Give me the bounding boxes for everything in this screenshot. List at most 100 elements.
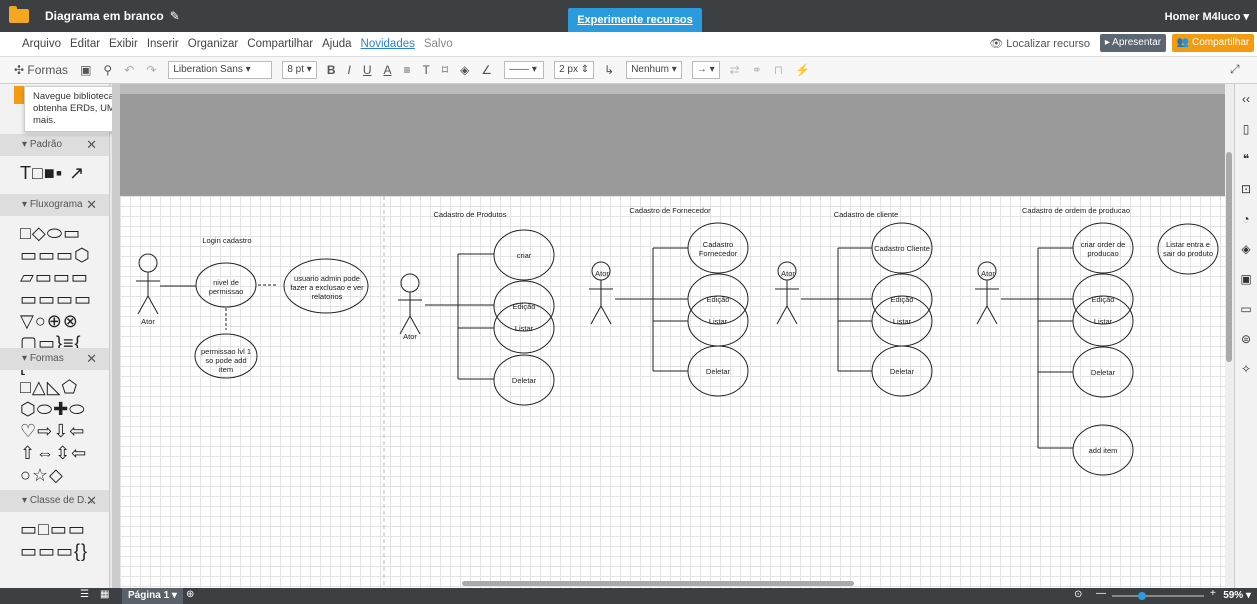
- document-title[interactable]: Diagrama em branco: [45, 9, 164, 23]
- usecase-listar-entra-sair[interactable]: Listar entra e sair do produto: [1160, 240, 1216, 258]
- italic-button[interactable]: I: [348, 63, 351, 77]
- font-family-select[interactable]: Liberation Sans ▾: [168, 61, 273, 79]
- align-icon[interactable]: ≡: [404, 63, 411, 77]
- grid-view-icon[interactable]: ▦: [100, 589, 109, 600]
- page-tab[interactable]: Página 1 ▾: [122, 588, 183, 604]
- menu-inserir[interactable]: Inserir: [147, 38, 179, 50]
- panel-classe[interactable]: ▾ Classe de D... ✕: [0, 490, 109, 512]
- presentation-icon[interactable]: ⊡: [1235, 174, 1257, 204]
- text-color-icon[interactable]: A: [384, 63, 392, 77]
- magic-icon[interactable]: ✧: [1235, 354, 1257, 384]
- menu-arquivo[interactable]: Arquivo: [22, 38, 61, 50]
- lock-icon[interactable]: ⊓: [774, 63, 783, 77]
- usecase-criar-ordem[interactable]: criar order de producao: [1075, 240, 1131, 258]
- horizontal-scroll-thumb[interactable]: [462, 581, 854, 586]
- shape-border-icon[interactable]: ⌑: [442, 63, 448, 77]
- usecase-cadastro-fornecedor[interactable]: Cadastro Fornecedor: [690, 240, 746, 258]
- page-icon[interactable]: ▯: [1235, 114, 1257, 144]
- menu-ajuda[interactable]: Ajuda: [322, 38, 351, 50]
- close-icon[interactable]: ✕: [86, 134, 97, 156]
- user-menu[interactable]: Homer M4luco ▾: [1165, 10, 1249, 23]
- zoom-slider-handle[interactable]: [1138, 592, 1146, 600]
- magic-wand-icon[interactable]: ⚡: [795, 63, 810, 77]
- usecase-listar[interactable]: Listar: [1075, 317, 1131, 326]
- folder-icon[interactable]: [9, 6, 29, 23]
- list-view-icon[interactable]: ☰: [80, 589, 89, 600]
- data-icon[interactable]: ▣: [1235, 264, 1257, 294]
- connector-icon[interactable]: ↳: [604, 63, 614, 77]
- panel-fluxograma[interactable]: ▾ Fluxograma ✕: [0, 194, 109, 216]
- usecase-listar[interactable]: Listar: [496, 324, 552, 333]
- font-size-select[interactable]: 8 pt ▾: [282, 61, 317, 79]
- try-paid-features-button[interactable]: Experimente recursos pagos: [568, 8, 702, 50]
- usecase-listar[interactable]: Listar: [874, 317, 930, 326]
- usecase-cadastro-cliente[interactable]: Cadastro Cliente: [874, 244, 930, 253]
- locate-feature[interactable]: 👁 Localizar recurso: [989, 37, 1090, 50]
- comment-icon[interactable]: ▭: [1235, 294, 1257, 324]
- swap-icon[interactable]: ⇄: [730, 63, 740, 77]
- usecase-deletar[interactable]: Deletar: [874, 367, 930, 376]
- zoom-slider[interactable]: [1112, 595, 1204, 597]
- line-style-select[interactable]: —— ▾: [504, 61, 545, 79]
- panel-padrao[interactable]: ▾ Padrão ✕: [0, 134, 109, 156]
- underline-button[interactable]: U: [363, 63, 372, 77]
- fill-bucket-icon[interactable]: ◈: [460, 63, 469, 77]
- menu-exibir[interactable]: Exibir: [109, 38, 138, 50]
- close-icon[interactable]: ✕: [86, 194, 97, 216]
- arrow-end-select[interactable]: → ▾: [691, 61, 720, 79]
- line-width-value: 2 px: [559, 64, 578, 75]
- usecase-lvl1[interactable]: permissao lvl 1 so pode add item: [198, 347, 254, 374]
- zoom-out-icon[interactable]: —: [1096, 588, 1106, 599]
- undo-icon[interactable]: ↶: [124, 63, 134, 77]
- line-color-icon[interactable]: ∠: [481, 63, 492, 77]
- share-button[interactable]: 👥 Compartilhar: [1172, 34, 1254, 52]
- text-options-icon[interactable]: T: [423, 63, 430, 77]
- panel-formas-shapes[interactable]: □△◺⬠ ⬡⬭✚⬭ ♡⇨⇩⇦ ⇧⇔⇳⇦ ○☆◇: [0, 370, 109, 486]
- history-icon[interactable]: ◔: [1235, 204, 1257, 234]
- fullscreen-icon[interactable]: ⤢: [1230, 62, 1240, 77]
- panel-classe-shapes[interactable]: ▭□▭▭ ▭▭▭{}: [0, 512, 109, 568]
- image-icon[interactable]: ▣: [80, 63, 91, 77]
- usecase-deletar[interactable]: Deletar: [1075, 368, 1131, 377]
- zoom-in-icon[interactable]: +: [1210, 588, 1216, 599]
- collapse-icon[interactable]: ‹‹: [1235, 84, 1257, 114]
- drawing-canvas[interactable]: Login cadastro Ator nivel de permissao u…: [120, 196, 1225, 588]
- arrow-start-select[interactable]: Nenhum ▾: [626, 61, 682, 79]
- usecase-edicao[interactable]: Edição: [690, 295, 746, 304]
- usecase-nivel[interactable]: nivel de permissao: [200, 278, 252, 296]
- link-icon[interactable]: ⚭: [752, 63, 762, 77]
- zoom-level[interactable]: 59% ▾: [1223, 590, 1251, 601]
- usecase-edicao[interactable]: Edição: [496, 302, 552, 311]
- menu-novidades[interactable]: Novidades: [361, 38, 415, 50]
- usecase-criar[interactable]: criar: [496, 251, 552, 260]
- database-icon[interactable]: ⊜: [1235, 324, 1257, 354]
- close-icon[interactable]: ✕: [86, 490, 97, 512]
- redo-icon[interactable]: ↷: [146, 63, 156, 77]
- panel-fluxograma-shapes[interactable]: □◇⬭▭ ▭▭▭⬡ ▱▭▭▭ ▭▭▭▭ ▽○⊕⊗ ▢▭}≡{ [: [0, 216, 109, 375]
- search-icon[interactable]: ⚲: [103, 63, 112, 77]
- zoom-fit-icon[interactable]: ⊙: [1074, 589, 1082, 600]
- vertical-scroll-thumb[interactable]: [1226, 152, 1232, 362]
- close-icon[interactable]: ✕: [86, 348, 97, 370]
- add-page-icon[interactable]: ⊕: [186, 589, 194, 600]
- bold-button[interactable]: B: [327, 63, 336, 77]
- usecase-add-item[interactable]: add item: [1075, 446, 1131, 455]
- comment-quote-icon[interactable]: ❝: [1235, 144, 1257, 174]
- usecase-edicao[interactable]: Edição: [874, 295, 930, 304]
- usecase-deletar[interactable]: Deletar: [496, 376, 552, 385]
- line-width-select[interactable]: 2 px ⇕: [554, 61, 595, 79]
- rename-pencil-icon[interactable]: ✎: [170, 9, 180, 23]
- canvas-offpage: [120, 84, 1225, 196]
- menu-compartilhar[interactable]: Compartilhar: [247, 38, 313, 50]
- menu-editar[interactable]: Editar: [70, 38, 100, 50]
- shapes-toggle[interactable]: ✣ Formas: [14, 63, 68, 77]
- present-button[interactable]: ▸ Apresentar: [1100, 34, 1166, 52]
- menu-organizar[interactable]: Organizar: [188, 38, 239, 50]
- panel-padrao-shapes[interactable]: T□■▪ ↗: [0, 156, 109, 190]
- usecase-deletar[interactable]: Deletar: [690, 367, 746, 376]
- usecase-edicao[interactable]: Edição: [1075, 295, 1131, 304]
- panel-formas[interactable]: ▾ Formas ✕: [0, 348, 109, 370]
- layers-icon[interactable]: ◈: [1235, 234, 1257, 264]
- usecase-listar[interactable]: Listar: [690, 317, 746, 326]
- usecase-admin[interactable]: usuario admin pode fazer a exclusao e ve…: [286, 274, 368, 301]
